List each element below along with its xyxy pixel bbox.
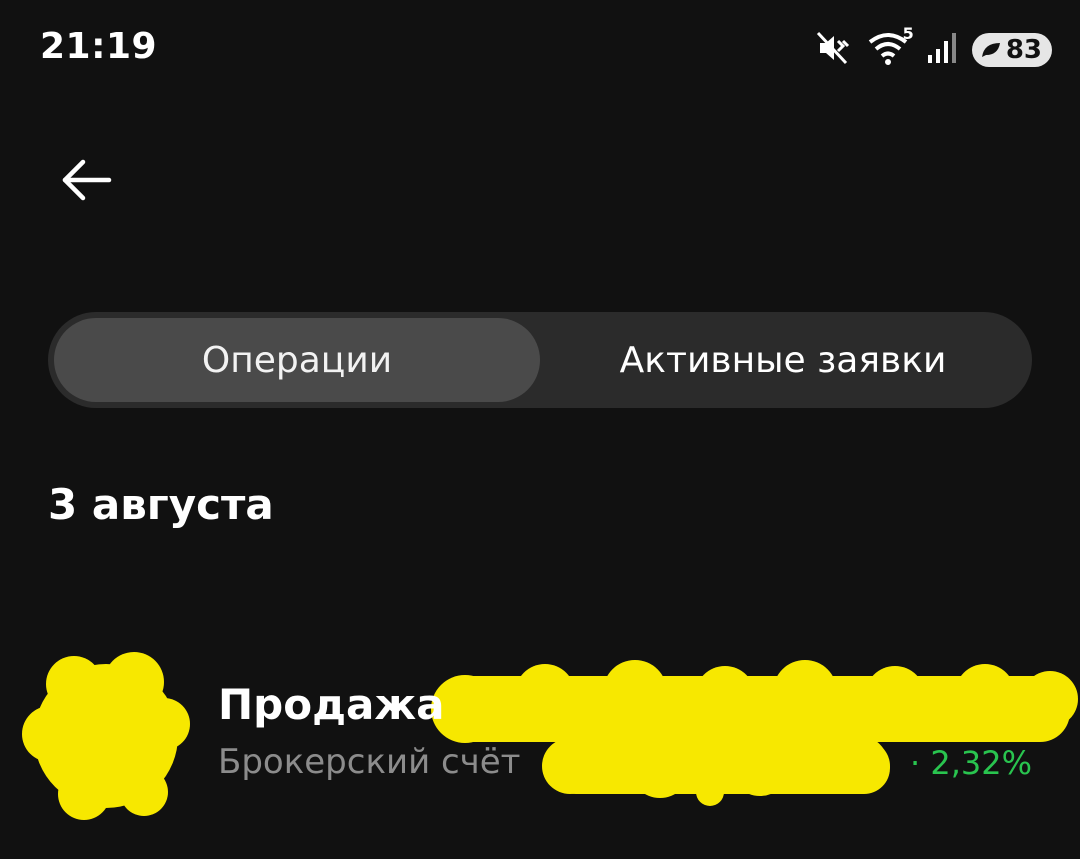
battery-percent: 83	[1005, 35, 1042, 65]
status-time: 21:19	[40, 26, 158, 67]
tab-active-orders[interactable]: Активные заявки	[540, 318, 1026, 402]
back-button[interactable]	[56, 152, 116, 208]
status-icons: 5 83	[816, 24, 1052, 70]
battery-icon: 83	[971, 33, 1052, 67]
list-item[interactable]: Продажа Брокерский счёт · 2,32%	[0, 640, 1080, 820]
arrow-left-icon	[62, 159, 112, 201]
tab-operations[interactable]: Операции	[54, 318, 540, 402]
wifi-label: 5	[902, 24, 914, 43]
signal-icon	[926, 31, 958, 69]
leaf-icon	[981, 43, 1000, 57]
operation-change: · 2,32%	[910, 744, 1032, 782]
section-date-header: 3 августа	[48, 480, 274, 529]
redacted-details	[542, 736, 890, 806]
wifi-icon: 5	[866, 24, 914, 70]
segmented-control: Операции Активные заявки	[48, 312, 1032, 408]
operation-account: Брокерский счёт	[218, 742, 521, 782]
mute-icon	[816, 31, 852, 69]
operation-title: Продажа	[218, 680, 445, 729]
redacted-avatar	[22, 652, 190, 820]
